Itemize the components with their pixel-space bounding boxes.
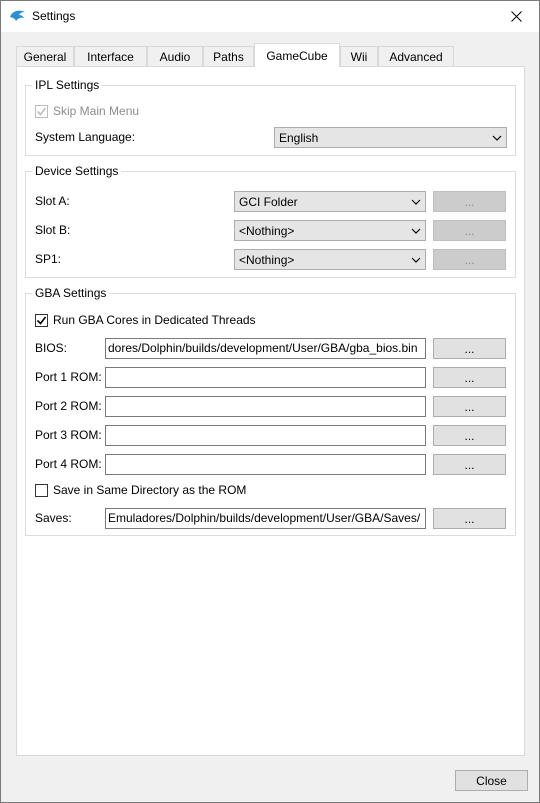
saves-browse-button[interactable]: ...: [433, 508, 506, 529]
slot-a-label: Slot A:: [35, 194, 70, 208]
port1-rom-input[interactable]: [105, 367, 426, 388]
port1-rom-label: Port 1 ROM:: [35, 370, 102, 384]
port2-rom-browse-button[interactable]: ...: [433, 396, 506, 417]
dedicated-threads-checkbox[interactable]: [35, 314, 48, 327]
sp1-select[interactable]: <Nothing>: [234, 249, 426, 270]
tab-paths[interactable]: Paths: [203, 46, 254, 67]
dedicated-threads-label: Run GBA Cores in Dedicated Threads: [53, 313, 256, 327]
ipl-settings-title: IPL Settings: [32, 78, 103, 92]
title-bar[interactable]: Settings: [1, 1, 539, 32]
skip-main-menu-label: Skip Main Menu: [53, 104, 140, 118]
slot-b-browse-button[interactable]: ...: [433, 220, 506, 241]
bios-path-input[interactable]: dores/Dolphin/builds/development/User/GB…: [105, 338, 426, 359]
tab-general[interactable]: General: [16, 46, 74, 67]
device-settings-group: Device Settings Slot A: GCI Folder ... S…: [25, 164, 516, 278]
port2-rom-label: Port 2 ROM:: [35, 399, 102, 413]
gba-settings-group: GBA Settings Run GBA Cores in Dedicated …: [25, 286, 516, 536]
port4-rom-browse-button[interactable]: ...: [433, 454, 506, 475]
save-same-directory-checkbox[interactable]: [35, 484, 48, 497]
window-title: Settings: [32, 9, 76, 23]
gba-settings-title: GBA Settings: [32, 286, 110, 300]
system-language-select[interactable]: English: [274, 127, 507, 148]
bios-label: BIOS:: [35, 341, 68, 355]
system-language-value: English: [279, 131, 319, 145]
saves-label: Saves:: [35, 511, 72, 525]
chevron-down-icon: [411, 228, 421, 234]
tab-advanced[interactable]: Advanced: [378, 46, 454, 67]
port1-rom-browse-button[interactable]: ...: [433, 367, 506, 388]
port3-rom-label: Port 3 ROM:: [35, 428, 102, 442]
slot-b-label: Slot B:: [35, 223, 71, 237]
close-button[interactable]: Close: [455, 770, 528, 791]
ipl-settings-group: IPL Settings Skip Main Menu System Langu…: [25, 78, 516, 156]
port3-rom-browse-button[interactable]: ...: [433, 425, 506, 446]
sp1-browse-button[interactable]: ...: [433, 249, 506, 270]
chevron-down-icon: [492, 135, 502, 141]
checkmark-icon: [36, 316, 47, 325]
tab-interface[interactable]: Interface: [74, 46, 147, 67]
close-icon: [510, 11, 522, 22]
slot-b-value: <Nothing>: [239, 224, 295, 238]
port2-rom-input[interactable]: [105, 396, 426, 417]
gamecube-panel: IPL Settings Skip Main Menu System Langu…: [16, 66, 525, 756]
slot-a-browse-button[interactable]: ...: [433, 191, 506, 212]
bios-browse-button[interactable]: ...: [433, 338, 506, 359]
close-window-button[interactable]: [493, 1, 539, 32]
port3-rom-input[interactable]: [105, 425, 426, 446]
slot-a-value: GCI Folder: [239, 195, 298, 209]
skip-main-menu-checkbox[interactable]: [35, 105, 48, 118]
tab-wii[interactable]: Wii: [340, 46, 378, 67]
save-same-directory-label: Save in Same Directory as the ROM: [53, 483, 247, 497]
slot-b-select[interactable]: <Nothing>: [234, 220, 426, 241]
saves-path-input[interactable]: Emuladores/Dolphin/builds/development/Us…: [105, 508, 426, 529]
system-language-label: System Language:: [35, 130, 136, 144]
tab-audio[interactable]: Audio: [147, 46, 203, 67]
port4-rom-input[interactable]: [105, 454, 426, 475]
sp1-label: SP1:: [35, 252, 62, 266]
settings-window: Settings General Interface Audio Paths G…: [0, 0, 540, 803]
chevron-down-icon: [411, 199, 421, 205]
port4-rom-label: Port 4 ROM:: [35, 457, 102, 471]
device-settings-title: Device Settings: [32, 164, 122, 178]
sp1-value: <Nothing>: [239, 253, 295, 267]
checkmark-icon: [36, 107, 47, 116]
chevron-down-icon: [411, 257, 421, 263]
slot-a-select[interactable]: GCI Folder: [234, 191, 426, 212]
tab-gamecube[interactable]: GameCube: [254, 43, 340, 67]
dolphin-icon: [10, 10, 25, 21]
